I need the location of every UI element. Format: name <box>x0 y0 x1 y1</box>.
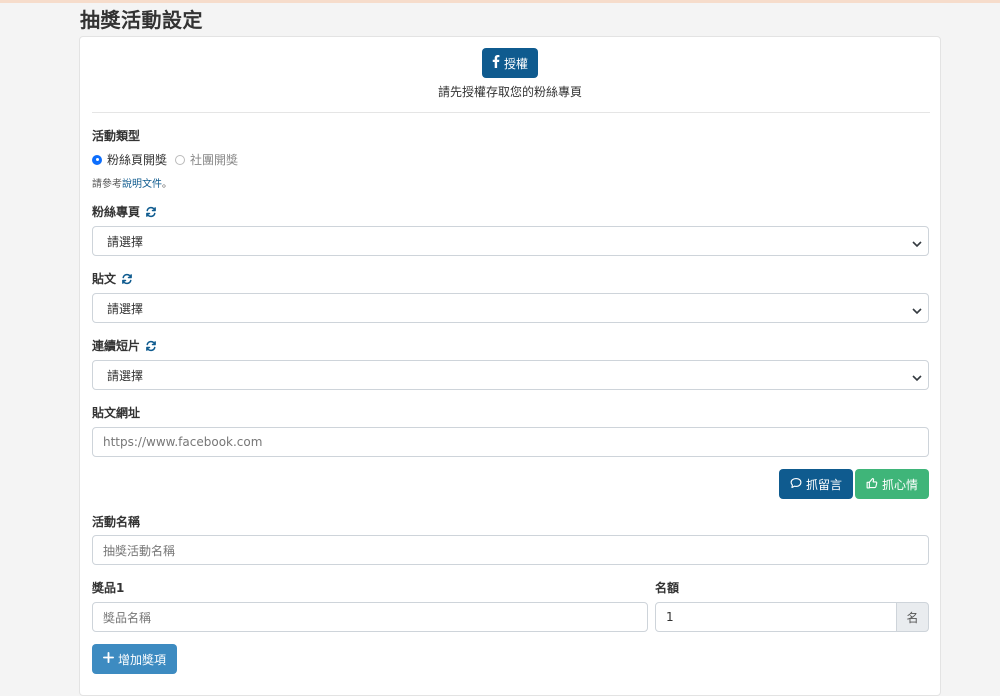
fan-page-label-text: 粉絲專頁 <box>92 205 141 219</box>
doc-link[interactable]: 說明文件 <box>122 179 162 190</box>
page-title: 抽獎活動設定 <box>80 8 203 32</box>
prize-name-input[interactable]: 獎品名稱 <box>92 602 648 632</box>
reel-select-value: 請選擇 <box>107 368 144 383</box>
quota-unit: 名 <box>906 610 919 625</box>
fetch-reactions-label: 抓心情 <box>881 477 918 492</box>
radio-fanpage-draw-label[interactable]: 粉絲頁開獎 <box>107 151 167 168</box>
post-label: 貼文 <box>92 270 133 287</box>
activity-type-label: 活動類型 <box>92 127 140 144</box>
activity-name-input[interactable]: 抽獎活動名稱 <box>92 535 929 565</box>
doc-hint-prefix: 請參考 <box>92 179 122 190</box>
post-url-label-text: 貼文網址 <box>92 406 141 420</box>
activity-type-label-text: 活動類型 <box>92 129 141 143</box>
fetch-comments-button[interactable]: 抓留言 <box>779 469 853 499</box>
prize-label-text: 獎品1 <box>92 581 125 595</box>
fan-page-select[interactable]: 請選擇 <box>92 226 929 256</box>
refresh-icon[interactable] <box>145 340 157 352</box>
chevron-down-icon <box>912 304 922 318</box>
chevron-down-icon <box>912 371 922 385</box>
quota-label: 名額 <box>655 579 679 596</box>
thumbs-up-icon <box>866 477 882 492</box>
refresh-icon[interactable] <box>145 206 157 218</box>
divider <box>92 112 930 113</box>
quota-unit-addon: 名 <box>896 602 929 632</box>
doc-hint-suffix: 。 <box>162 179 172 190</box>
fetch-comments-label: 抓留言 <box>805 477 842 492</box>
quota-input[interactable]: 1 <box>655 602 897 632</box>
post-label-text: 貼文 <box>92 272 117 286</box>
add-prize-label: 增加獎項 <box>117 652 166 667</box>
authorize-hint: 請先授權存取您的粉絲專頁 <box>437 85 582 99</box>
post-select[interactable]: 請選擇 <box>92 293 929 323</box>
refresh-icon[interactable] <box>121 273 133 285</box>
post-url-placeholder: https://www.facebook.com <box>103 435 263 449</box>
post-url-input[interactable]: https://www.facebook.com <box>92 427 929 457</box>
plus-icon <box>102 652 118 666</box>
post-url-label: 貼文網址 <box>92 404 140 421</box>
doc-hint: 請參考說明文件。 <box>92 175 172 190</box>
add-prize-button[interactable]: 增加獎項 <box>92 644 177 674</box>
top-accent-line <box>0 0 1000 3</box>
prize-name-placeholder: 獎品名稱 <box>103 610 152 625</box>
quota-label-text: 名額 <box>655 581 680 595</box>
fetch-reactions-button[interactable]: 抓心情 <box>855 469 929 499</box>
quota-value: 1 <box>666 610 674 624</box>
authorize-button-label: 授權 <box>503 56 528 71</box>
activity-name-placeholder: 抽獎活動名稱 <box>103 543 176 558</box>
activity-name-label-text: 活動名稱 <box>92 515 141 529</box>
reel-select[interactable]: 請選擇 <box>92 360 929 390</box>
prize-label: 獎品1 <box>92 579 124 596</box>
activity-name-label: 活動名稱 <box>92 513 140 530</box>
authorize-button[interactable]: 授權 <box>482 48 538 78</box>
radio-group-draw[interactable] <box>175 154 186 165</box>
fan-page-select-value: 請選擇 <box>107 234 144 249</box>
comment-icon <box>790 477 806 492</box>
activity-type-radio-group: 粉絲頁開獎 社團開獎 <box>92 151 246 168</box>
chevron-down-icon <box>912 237 922 251</box>
settings-card: 授權 請先授權存取您的粉絲專頁 活動類型 粉絲頁開獎 社團開獎 請參考說明文件。… <box>79 36 941 696</box>
facebook-icon <box>492 55 504 71</box>
post-select-value: 請選擇 <box>107 301 144 316</box>
fan-page-label: 粉絲專頁 <box>92 203 157 220</box>
radio-group-draw-label[interactable]: 社團開獎 <box>190 151 238 168</box>
radio-fanpage-draw[interactable] <box>92 154 102 165</box>
reel-label-text: 連續短片 <box>92 339 141 353</box>
reel-label: 連續短片 <box>92 337 157 354</box>
